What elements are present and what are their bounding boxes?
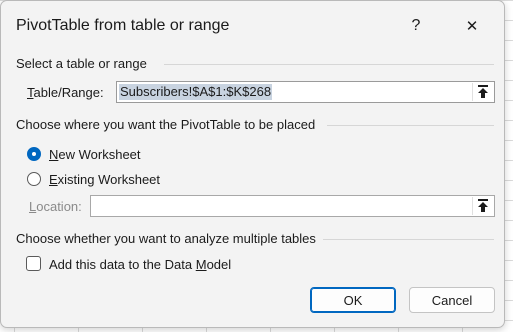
cancel-button[interactable]: Cancel (409, 287, 495, 313)
section-divider (327, 125, 494, 126)
location-collapse-button[interactable] (472, 197, 493, 215)
new-worksheet-label[interactable]: New Worksheet (49, 147, 141, 162)
new-worksheet-radio[interactable] (27, 147, 41, 161)
existing-worksheet-radio[interactable] (27, 172, 41, 186)
multiple-tables-heading: Choose whether you want to analyze multi… (16, 231, 316, 246)
close-button[interactable]: ✕ (449, 9, 495, 43)
help-icon: ? (411, 17, 421, 34)
ok-button[interactable]: OK (310, 287, 396, 313)
collapse-dialog-arrow-icon (478, 85, 488, 98)
range-collapse-button[interactable] (472, 83, 493, 101)
placement-heading: Choose where you want the PivotTable to … (16, 117, 316, 132)
data-model-checkbox[interactable] (26, 256, 41, 271)
help-button[interactable]: ? (393, 9, 439, 43)
collapse-dialog-arrow-icon (478, 199, 488, 212)
select-range-heading: Select a table or range (16, 56, 147, 71)
data-model-label[interactable]: Add this data to the Data Model (49, 257, 231, 272)
pivottable-dialog: PivotTable from table or range ? ✕ Selec… (0, 0, 505, 328)
table-range-value[interactable]: Subscribers!$A$1:$K$268 (119, 84, 273, 100)
section-divider (164, 64, 494, 65)
dialog-title: PivotTable from table or range (16, 17, 230, 34)
close-icon: ✕ (465, 18, 479, 35)
location-input[interactable] (90, 195, 495, 217)
table-range-input[interactable]: Subscribers!$A$1:$K$268 (116, 81, 495, 103)
existing-worksheet-label[interactable]: Existing Worksheet (49, 172, 160, 187)
table-range-label: Table/Range: (27, 85, 104, 100)
section-divider (323, 239, 494, 240)
location-label: Location: (29, 199, 82, 214)
